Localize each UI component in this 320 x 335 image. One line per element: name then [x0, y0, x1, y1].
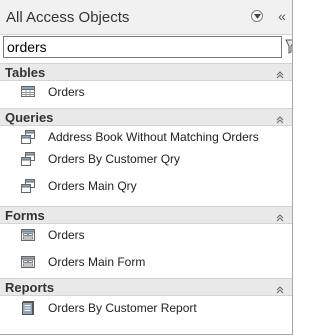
item-label: Orders	[48, 228, 85, 242]
item-label: Orders Main Qry	[48, 179, 137, 193]
search-box[interactable]	[3, 36, 282, 58]
group-header-queries[interactable]: Queries	[0, 108, 292, 126]
navigation-pane: All Access Objects « Tables Orders	[0, 0, 293, 335]
list-item[interactable]: Orders	[0, 224, 292, 246]
group-label: Queries	[5, 110, 54, 125]
item-label: Orders By Customer Report	[48, 301, 197, 315]
report-icon	[20, 300, 36, 316]
group-header-forms[interactable]: Forms	[0, 206, 292, 224]
item-label: Orders	[48, 85, 85, 99]
double-chevron-up-icon[interactable]	[275, 112, 285, 124]
list-item[interactable]: Orders	[0, 81, 292, 103]
query-icon	[20, 178, 36, 194]
query-icon	[20, 151, 36, 167]
item-label: Orders Main Form	[48, 255, 146, 269]
double-chevron-up-icon[interactable]	[275, 210, 285, 222]
double-chevron-up-icon[interactable]	[275, 282, 285, 294]
query-icon	[20, 129, 36, 145]
form-icon	[20, 227, 36, 243]
group-header-reports[interactable]: Reports	[0, 278, 292, 296]
item-label: Orders By Customer Qry	[48, 152, 181, 166]
list-item[interactable]: Orders By Customer Report	[0, 297, 292, 319]
list-item[interactable]: Address Book Without Matching Orders	[0, 126, 292, 148]
list-item[interactable]: Orders By Customer Qry	[0, 148, 292, 170]
double-chevron-left-icon[interactable]: «	[274, 8, 290, 24]
dropdown-circle-icon[interactable]	[251, 10, 263, 22]
list-item[interactable]: Orders Main Qry	[0, 175, 292, 197]
double-chevron-up-icon[interactable]	[275, 67, 285, 79]
group-label: Forms	[5, 208, 45, 223]
table-icon	[20, 84, 36, 100]
search-input[interactable]	[7, 39, 247, 55]
pane-title[interactable]: All Access Objects	[6, 9, 129, 26]
clear-search-icon[interactable]	[284, 38, 292, 56]
group-label: Reports	[5, 280, 55, 295]
item-label: Address Book Without Matching Orders	[48, 130, 259, 144]
group-label: Tables	[5, 65, 46, 80]
list-item[interactable]: Orders Main Form	[0, 251, 292, 273]
navigation-pane-header[interactable]: All Access Objects «	[0, 0, 292, 35]
form-icon	[20, 254, 36, 270]
group-header-tables[interactable]: Tables	[0, 63, 292, 81]
